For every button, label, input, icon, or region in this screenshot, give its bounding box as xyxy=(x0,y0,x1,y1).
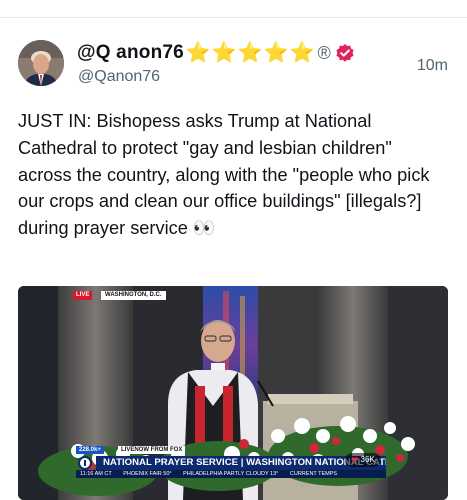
location-tag: WASHINGTON, D.C. xyxy=(101,291,166,300)
star-emojis: ⭐ ⭐ ⭐ ⭐ ⭐ xyxy=(186,43,316,63)
headline-banner: NATIONAL PRAYER SERVICE | WASHINGTON NAT… xyxy=(96,456,386,470)
view-count: 228.0k+ xyxy=(76,446,104,454)
author-name-row: @Q anon76 ⭐ ⭐ ⭐ ⭐ ⭐ ® xyxy=(77,40,355,66)
likes-count: 36K xyxy=(360,455,375,464)
star-icon: ⭐ xyxy=(211,42,237,64)
avatar[interactable] xyxy=(18,40,64,86)
author-handle[interactable]: @Qanon76 xyxy=(78,68,160,86)
star-icon: ⭐ xyxy=(185,42,211,64)
video-thumbnail[interactable]: LIVE WASHINGTON, D.C. 228.0k+ LIVENOW FR… xyxy=(18,286,448,500)
star-icon: ⭐ xyxy=(263,42,289,64)
ticker-item: PHOENIX FAIR 50° xyxy=(123,471,172,477)
ticker-item: PHILADELPHIA PARTLY CLOUDY 13° xyxy=(183,471,279,477)
live-badge: LIVE xyxy=(73,291,93,300)
network-logo-icon xyxy=(78,456,92,470)
ticker-item: CURRENT TEMPS xyxy=(289,471,338,477)
registered-icon: ® xyxy=(317,43,331,63)
likes-pill[interactable]: ❤ 36K xyxy=(345,453,381,467)
star-icon: ⭐ xyxy=(237,42,263,64)
post-card[interactable]: @Q anon76 ⭐ ⭐ ⭐ ⭐ ⭐ ® @Qanon76 10m JUST … xyxy=(0,18,467,500)
display-name[interactable]: @Q anon76 xyxy=(77,42,184,64)
star-icon: ⭐ xyxy=(289,42,315,64)
verified-badge-icon[interactable] xyxy=(335,43,355,63)
weather-ticker: 11:16 AM CT PHOENIX FAIR 50° PHILADELPHI… xyxy=(76,470,386,478)
heart-icon: ❤ xyxy=(351,455,359,465)
ticker-item: 11:16 AM CT xyxy=(80,471,112,477)
post-timestamp[interactable]: 10m xyxy=(417,57,448,75)
network-label: LIVENOW FROM FOX xyxy=(118,446,186,454)
post-text: JUST IN: Bishopess asks Trump at Nationa… xyxy=(18,111,435,239)
